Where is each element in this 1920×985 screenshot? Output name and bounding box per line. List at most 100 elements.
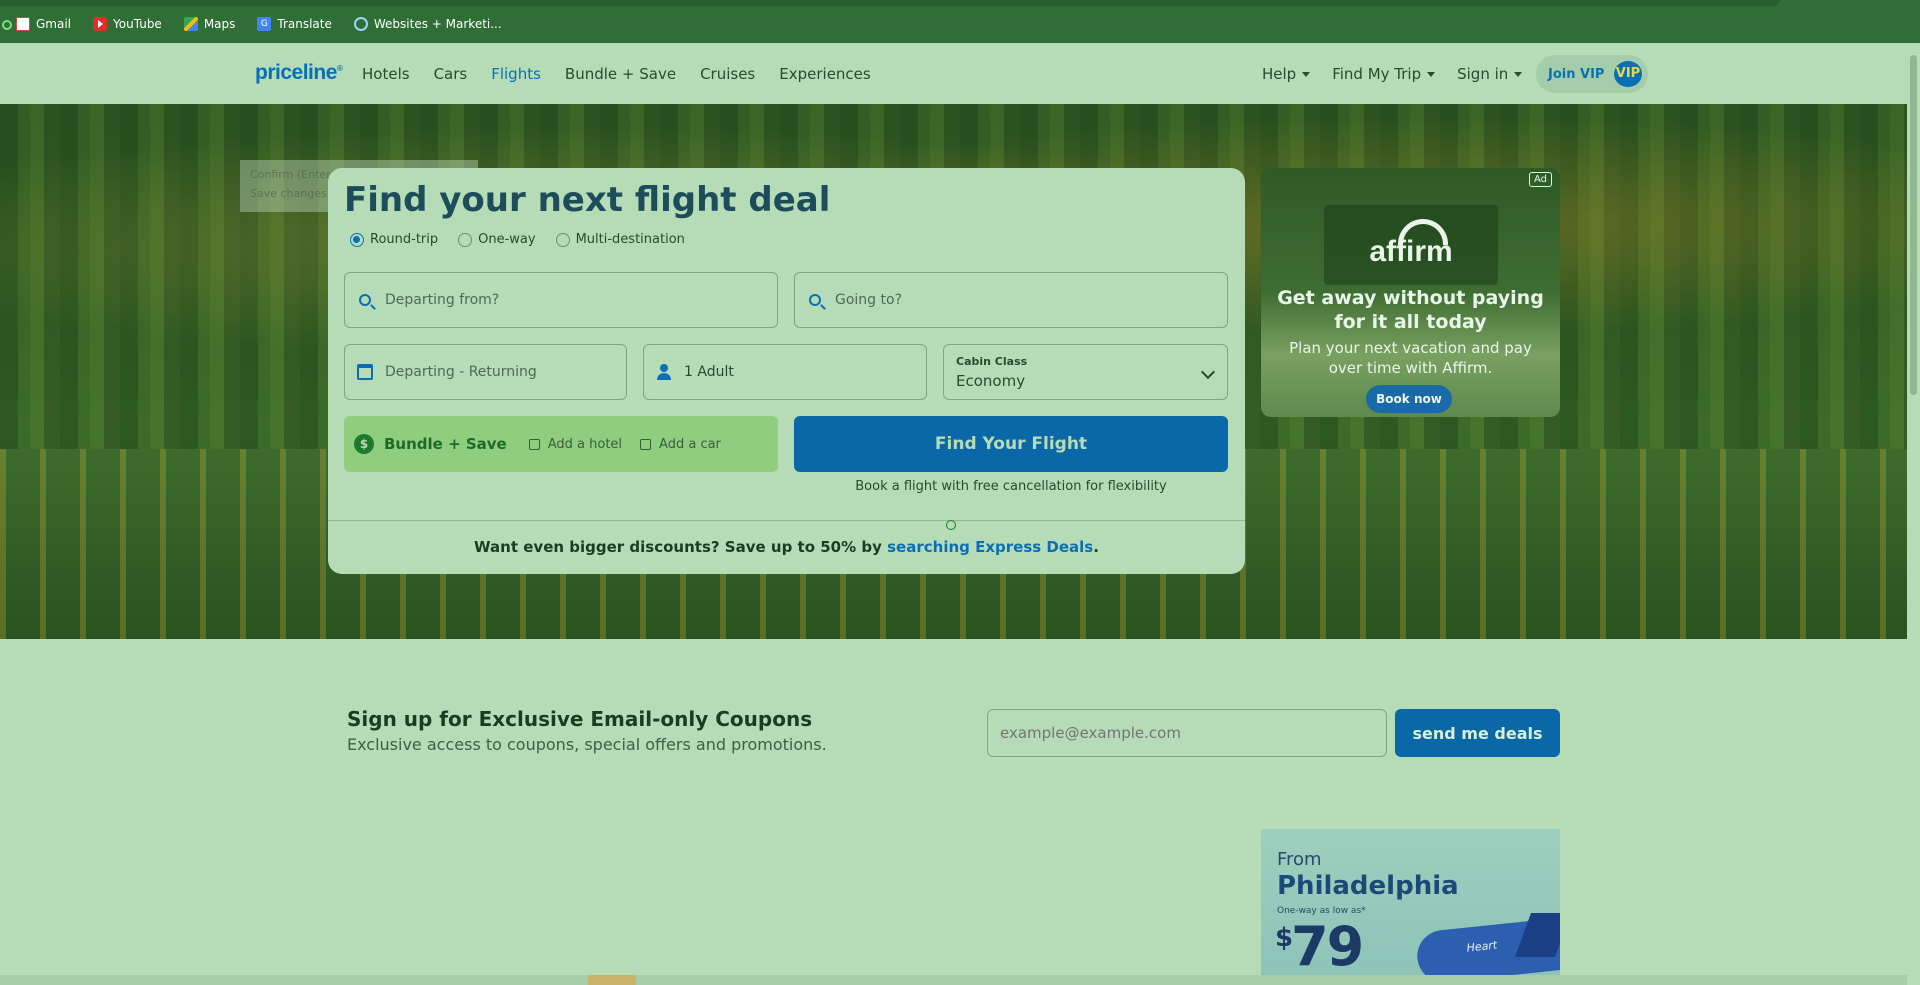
bookmark-youtube[interactable]: YouTube: [93, 17, 162, 31]
checkbox-label: Add a car: [659, 436, 721, 452]
caret-down-icon: [1302, 72, 1311, 77]
primary-nav: Hotels Cars Flights Bundle + Save Cruise…: [362, 65, 871, 83]
maps-icon: [183, 17, 198, 31]
search-icon: [809, 294, 821, 306]
search-icon: [359, 294, 371, 306]
join-vip-label: Join VIP: [1548, 66, 1605, 82]
cabin-class-select[interactable]: Cabin Class Economy: [943, 344, 1228, 400]
radio-one-way[interactable]: One-way: [458, 232, 536, 247]
person-icon: [656, 364, 672, 380]
cabin-class-value: Economy: [956, 371, 1026, 390]
bookmark-maps[interactable]: Maps: [183, 17, 235, 31]
plane-livery: Heart: [1465, 938, 1498, 955]
nav-hotels[interactable]: Hotels: [362, 65, 410, 83]
nav-flights[interactable]: Flights: [491, 65, 541, 83]
express-text: Want even bigger discounts? Save up to 5…: [474, 538, 882, 556]
bookmark-label: Translate: [277, 17, 332, 31]
nav-sign-in[interactable]: Sign in: [1457, 65, 1523, 83]
scrollbar-thumb[interactable]: [1910, 55, 1917, 395]
signup-title: Sign up for Exclusive Email-only Coupons: [347, 707, 813, 731]
nav-find-my-trip[interactable]: Find My Trip: [1332, 65, 1436, 83]
secondary-nav: Help Find My Trip Sign in: [1262, 65, 1523, 83]
book-now-button[interactable]: Book now: [1366, 385, 1452, 413]
signup-subtitle: Exclusive access to coupons, special off…: [347, 735, 827, 754]
affirm-logo-box: affirm: [1324, 205, 1498, 285]
airplane-tail-image: [1514, 913, 1560, 957]
vip-badge-icon: VIP: [1614, 61, 1642, 87]
radio-unselected-icon: [458, 232, 473, 247]
passengers-select[interactable]: 1 Adult: [643, 344, 927, 400]
ad-headline: Get away without paying for it all today: [1277, 287, 1544, 333]
promo-currency: $: [1275, 923, 1293, 953]
site-header: priceline® Hotels Cars Flights Bundle + …: [0, 43, 1907, 105]
cabin-class-label: Cabin Class: [956, 354, 1028, 368]
bookmark-label: Websites + Marketi...: [373, 17, 502, 31]
checkbox-icon: [528, 438, 540, 450]
email-input[interactable]: [987, 709, 1387, 757]
express-period: .: [1093, 538, 1099, 556]
add-hotel-checkbox[interactable]: Add a hotel: [528, 436, 623, 452]
crosshair-icon: [946, 520, 956, 530]
priceline-logo[interactable]: priceline®: [255, 61, 343, 85]
website-icon: [353, 17, 368, 31]
calendar-icon: [357, 364, 373, 380]
join-vip-button[interactable]: Join VIP VIP: [1536, 55, 1648, 93]
field-placeholder: Departing - Returning: [385, 364, 537, 380]
promo-from: From: [1277, 849, 1322, 870]
chevron-down-icon: [1200, 364, 1216, 380]
search-title: Find your next flight deal: [344, 180, 831, 220]
bookmark-websites[interactable]: Websites + Marketi...: [353, 17, 502, 31]
divider: [328, 520, 1245, 521]
radio-unselected-icon: [555, 232, 570, 247]
express-deals-banner: Want even bigger discounts? Save up to 5…: [328, 538, 1245, 556]
nav-cars[interactable]: Cars: [434, 65, 468, 83]
affirm-ad[interactable]: Ad affirm Get away without paying for it…: [1261, 168, 1560, 417]
bookmark-translate[interactable]: G Translate: [257, 17, 332, 31]
add-car-checkbox[interactable]: Add a car: [640, 437, 721, 452]
passengers-value: 1 Adult: [684, 364, 734, 380]
dollar-badge-icon: $: [354, 434, 374, 454]
bundle-title: Bundle + Save: [384, 435, 507, 453]
ad-label: Ad: [1528, 172, 1552, 187]
field-placeholder: Going to?: [835, 292, 902, 308]
promo-price: $79: [1275, 915, 1364, 975]
radio-round-trip[interactable]: Round-trip: [350, 232, 438, 247]
promo-city: Philadelphia: [1277, 871, 1459, 901]
going-to-input[interactable]: Going to?: [794, 272, 1228, 328]
gmail-icon: [16, 17, 30, 31]
flight-search-card: Find your next flight deal Round-trip On…: [328, 168, 1245, 574]
radio-label: Multi-destination: [575, 232, 685, 247]
find-your-flight-button[interactable]: Find Your Flight: [794, 416, 1228, 472]
dates-input[interactable]: Departing - Returning: [344, 344, 627, 400]
page-scrollbar[interactable]: [1907, 43, 1920, 985]
nav-cruises[interactable]: Cruises: [700, 65, 755, 83]
departing-from-input[interactable]: Departing from?: [344, 272, 778, 328]
tab-strip: [0, 0, 1780, 6]
bookmarks-bar: Gmail YouTube Maps G Translate Websites …: [0, 12, 502, 36]
bookmark-label: Gmail: [36, 17, 72, 31]
bookmark-gmail[interactable]: Gmail: [16, 17, 71, 31]
send-me-deals-button[interactable]: send me deals: [1395, 709, 1560, 757]
checkbox-label: Add a hotel: [547, 436, 623, 452]
taskbar-strip: [0, 975, 1907, 985]
radio-multi-destination[interactable]: Multi-destination: [555, 232, 685, 247]
affirm-logo: affirm: [1369, 235, 1453, 268]
radio-selected-icon: [350, 232, 364, 247]
field-placeholder: Departing from?: [385, 292, 500, 308]
nav-experiences[interactable]: Experiences: [779, 65, 870, 83]
free-cancellation-note: Book a flight with free cancellation for…: [855, 479, 1167, 494]
nav-bundle-save[interactable]: Bundle + Save: [565, 65, 676, 83]
radio-label: One-way: [478, 232, 536, 247]
caret-down-icon: [1427, 72, 1436, 77]
caret-down-icon: [1514, 72, 1523, 77]
trip-type-group: Round-trip One-way Multi-destination: [350, 232, 685, 247]
browser-chrome: Gmail YouTube Maps G Translate Websites …: [0, 0, 1920, 43]
ad-subtext: Plan your next vacation and pay over tim…: [1289, 339, 1532, 377]
translate-icon: G: [257, 17, 272, 31]
philadelphia-promo[interactable]: From Philadelphia One-way as low as* $79…: [1261, 829, 1560, 975]
express-deals-link[interactable]: searching Express Deals: [887, 538, 1093, 556]
bookmark-label: YouTube: [113, 17, 162, 31]
nav-help[interactable]: Help: [1262, 65, 1311, 83]
checkbox-icon: [640, 438, 652, 450]
email-signup: Sign up for Exclusive Email-only Coupons…: [347, 707, 827, 754]
